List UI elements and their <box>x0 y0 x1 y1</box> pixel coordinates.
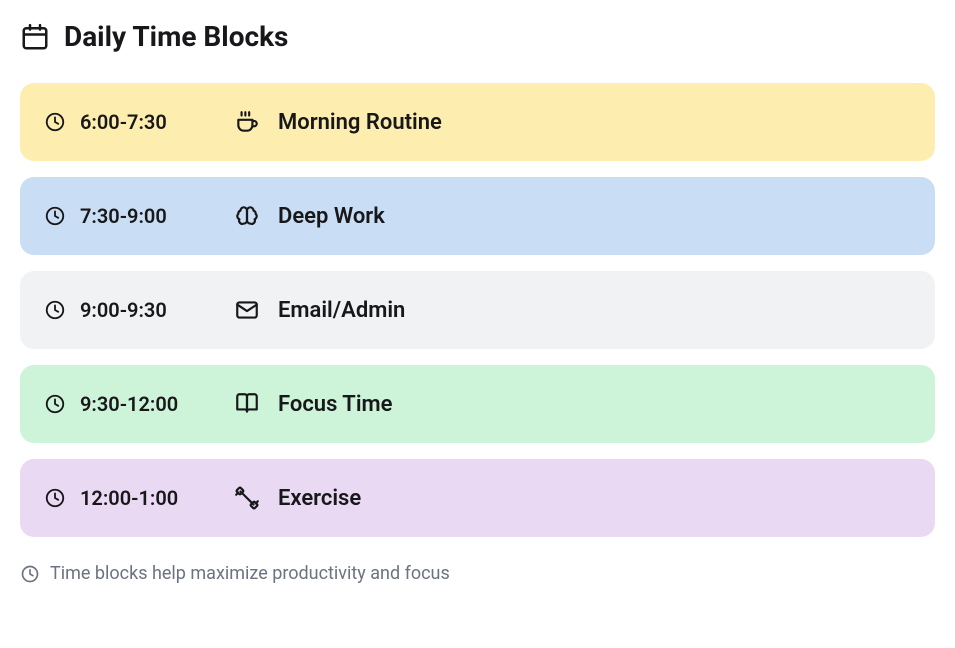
time-column: 9:00-9:30 <box>44 298 234 322</box>
mail-icon <box>234 297 260 323</box>
brain-icon <box>234 203 260 229</box>
activity-column: Email/Admin <box>234 297 405 323</box>
time-block: 6:00-7:30 Morning Routine <box>20 83 935 161</box>
clock-icon <box>44 393 66 415</box>
time-label: 7:30-9:00 <box>80 204 167 228</box>
activity-label: Deep Work <box>278 204 385 229</box>
time-label: 12:00-1:00 <box>80 486 178 510</box>
book-icon <box>234 391 260 417</box>
time-column: 12:00-1:00 <box>44 486 234 510</box>
time-block: 9:00-9:30 Email/Admin <box>20 271 935 349</box>
time-block: 12:00-1:00 Exercise <box>20 459 935 537</box>
page-header: Daily Time Blocks <box>20 20 935 53</box>
time-label: 9:00-9:30 <box>80 298 167 322</box>
activity-column: Focus Time <box>234 391 393 417</box>
page-title: Daily Time Blocks <box>64 20 288 53</box>
clock-icon <box>44 205 66 227</box>
coffee-icon <box>234 109 260 135</box>
time-column: 7:30-9:00 <box>44 204 234 228</box>
activity-label: Focus Time <box>278 392 393 417</box>
clock-icon <box>44 487 66 509</box>
footer-text: Time blocks help maximize productivity a… <box>50 563 450 584</box>
activity-column: Deep Work <box>234 203 385 229</box>
time-column: 9:30-12:00 <box>44 392 234 416</box>
activity-label: Morning Routine <box>278 110 442 135</box>
dumbbell-icon <box>234 485 260 511</box>
time-blocks-list: 6:00-7:30 Morning Routine 7:30-9:00 <box>20 83 935 537</box>
activity-label: Exercise <box>278 486 361 511</box>
activity-column: Exercise <box>234 485 361 511</box>
time-block: 7:30-9:00 Deep Work <box>20 177 935 255</box>
activity-column: Morning Routine <box>234 109 442 135</box>
footer-note: Time blocks help maximize productivity a… <box>20 563 935 584</box>
activity-label: Email/Admin <box>278 298 405 323</box>
time-column: 6:00-7:30 <box>44 110 234 134</box>
time-label: 9:30-12:00 <box>80 392 178 416</box>
time-block: 9:30-12:00 Focus Time <box>20 365 935 443</box>
clock-icon <box>44 299 66 321</box>
clock-icon <box>44 111 66 133</box>
calendar-icon <box>20 22 50 52</box>
clock-icon <box>20 564 40 584</box>
time-label: 6:00-7:30 <box>80 110 167 134</box>
